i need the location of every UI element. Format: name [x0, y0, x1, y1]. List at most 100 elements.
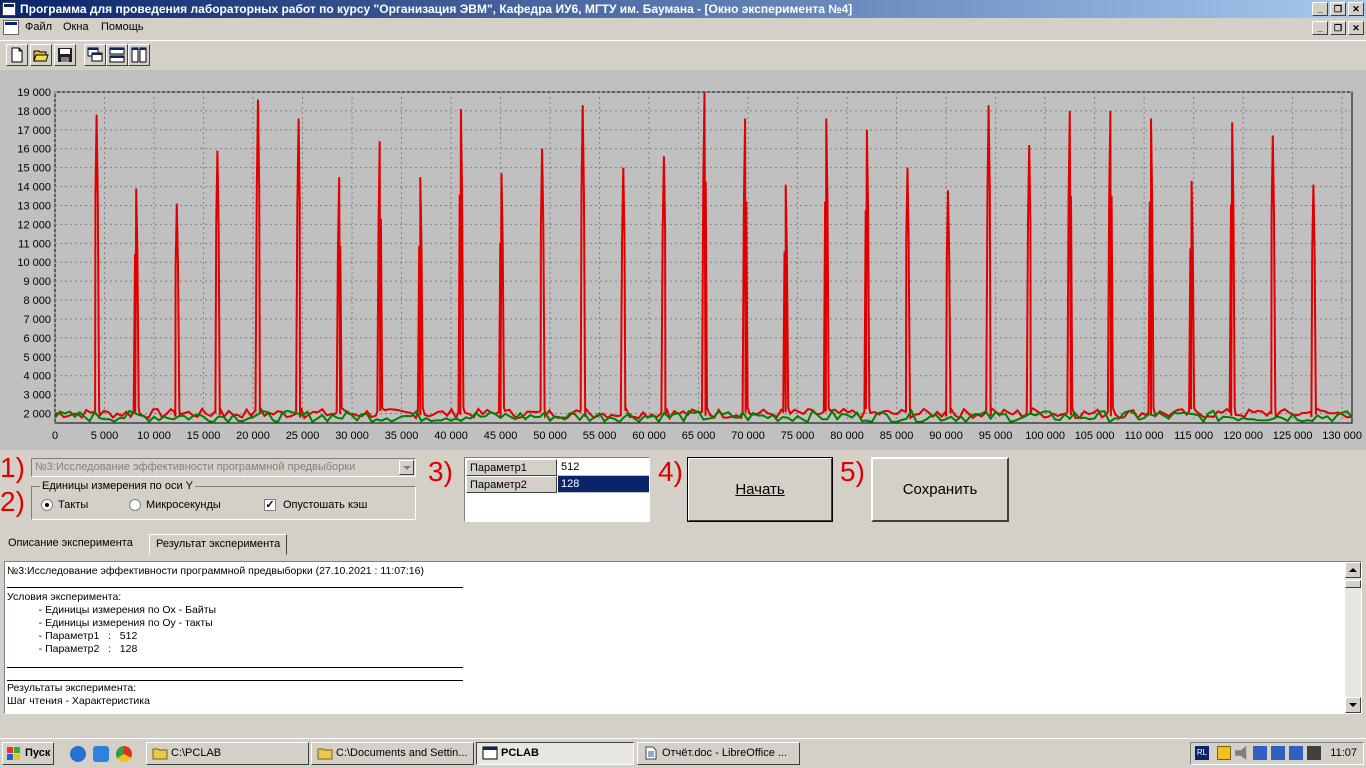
- child-close-button[interactable]: ✕: [1348, 21, 1364, 35]
- x-tick-label: 105 000: [1075, 430, 1115, 442]
- x-tick-label: 75 000: [781, 430, 815, 442]
- divider: [7, 587, 463, 588]
- taskbar: Пуск C:\PCLAB C:\Documents and Settin...…: [0, 738, 1366, 768]
- x-tick-label: 95 000: [979, 430, 1013, 442]
- menu-help[interactable]: Помощь: [101, 21, 144, 33]
- new-icon: [11, 47, 23, 63]
- menu-windows[interactable]: Окна: [63, 21, 89, 33]
- taskbar-item[interactable]: C:\Documents and Settin...: [311, 742, 474, 765]
- taskbar-item[interactable]: C:\PCLAB: [146, 742, 309, 765]
- y-units-group-title: Единицы измерения по оси Y: [40, 480, 196, 492]
- child-minimize-button[interactable]: _: [1312, 21, 1328, 35]
- label-5: 5): [840, 456, 865, 487]
- document-window-icon[interactable]: [3, 20, 19, 35]
- close-button[interactable]: ✕: [1348, 2, 1364, 16]
- ie-icon[interactable]: [70, 746, 86, 762]
- tile-vertical-button[interactable]: [128, 44, 150, 66]
- window-title: Программа для проведения лабораторных ра…: [20, 2, 853, 16]
- x-tick-label: 85 000: [880, 430, 914, 442]
- x-tick-label: 80 000: [830, 430, 864, 442]
- chevron-down-icon[interactable]: [399, 460, 414, 475]
- language-indicator[interactable]: RL: [1195, 746, 1209, 760]
- flush-cache-checkbox[interactable]: ✓: [264, 499, 276, 511]
- x-tick-label: 110 000: [1125, 430, 1164, 442]
- experiment-select[interactable]: №3:Исследование эффективности программно…: [31, 458, 416, 477]
- app-icon[interactable]: [2, 2, 16, 16]
- x-tick-label: 0: [52, 430, 58, 442]
- report-scrollbar[interactable]: [1345, 562, 1361, 713]
- network-icon[interactable]: [1271, 746, 1285, 760]
- cascade-button[interactable]: [84, 44, 106, 66]
- tab-strip: Описание эксперимента Результат эксперим…: [0, 533, 1366, 555]
- start-button-label: Начать: [735, 481, 785, 498]
- param-name: Параметр2: [466, 476, 557, 493]
- radio-ticks[interactable]: [41, 499, 53, 511]
- y-tick-label: 11 000: [18, 238, 51, 250]
- scroll-up-icon[interactable]: [1345, 562, 1361, 578]
- scroll-thumb[interactable]: [1345, 580, 1361, 588]
- alert-icon[interactable]: [1217, 746, 1231, 760]
- child-restore-button[interactable]: ❐: [1330, 21, 1346, 35]
- windows-logo-icon: [7, 747, 20, 760]
- menu-bar: Файл Окна Помощь _ ❐ ✕: [0, 18, 1366, 38]
- antivirus-icon[interactable]: [1307, 746, 1321, 760]
- radio-microseconds-label: Микросекунды: [146, 499, 221, 511]
- report-results-title: Результаты эксперимента:: [7, 682, 137, 694]
- x-tick-label: 10 000: [137, 430, 171, 442]
- chrome-icon[interactable]: [116, 746, 132, 762]
- experiment-select-value: №3:Исследование эффективности программно…: [35, 461, 356, 473]
- x-tick-label: 20 000: [236, 430, 270, 442]
- x-tick-label: 115 000: [1174, 430, 1213, 442]
- taskbar-item[interactable]: Отчёт.doc - LibreOffice ...: [637, 742, 800, 765]
- y-tick-label: 17 000: [17, 125, 51, 137]
- tile-horizontal-button[interactable]: [106, 44, 128, 66]
- x-tick-label: 55 000: [583, 430, 617, 442]
- save-icon: [58, 48, 72, 62]
- open-button[interactable]: [30, 44, 52, 66]
- taskbar-item-active[interactable]: PCLAB: [476, 742, 634, 765]
- y-tick-label: 15 000: [17, 163, 51, 175]
- y-tick-label: 16 000: [17, 144, 51, 156]
- network-icon[interactable]: [1253, 746, 1267, 760]
- report-text-area[interactable]: №3:Исследование эффективности программно…: [4, 561, 1362, 714]
- volume-icon[interactable]: [1235, 746, 1247, 760]
- y-tick-label: 14 000: [17, 182, 51, 194]
- y-tick-label: 13 000: [17, 200, 51, 212]
- x-tick-label: 90 000: [929, 430, 963, 442]
- system-tray: RL 11:07: [1190, 742, 1364, 765]
- start-menu-button[interactable]: Пуск: [2, 742, 54, 765]
- tab-result[interactable]: Результат эксперимента: [149, 534, 288, 555]
- restore-button[interactable]: ❐: [1330, 2, 1346, 16]
- x-tick-label: 125 000: [1273, 430, 1313, 442]
- save-button[interactable]: [54, 44, 76, 66]
- new-button[interactable]: [6, 44, 28, 66]
- x-tick-label: 45 000: [484, 430, 518, 442]
- param-value-input[interactable]: 128: [558, 476, 649, 493]
- status-bar: [0, 716, 1366, 738]
- y-tick-label: 9 000: [23, 276, 51, 288]
- y-tick-label: 7 000: [23, 314, 51, 326]
- ie-alt-icon[interactable]: [93, 746, 109, 762]
- param-name: Параметр1: [466, 459, 557, 476]
- x-tick-label: 35 000: [385, 430, 419, 442]
- start-button[interactable]: Начать: [687, 457, 833, 522]
- y-units-group: Единицы измерения по оси Y Такты Микросе…: [31, 480, 416, 520]
- report-condition: - Единицы измерения по Ox - Байты: [27, 604, 217, 616]
- network-icon[interactable]: [1289, 746, 1303, 760]
- x-tick-label: 65 000: [682, 430, 716, 442]
- divider: [7, 680, 463, 681]
- y-tick-label: 8 000: [23, 295, 51, 307]
- tab-description[interactable]: Описание эксперимента: [2, 534, 139, 555]
- minimize-button[interactable]: _: [1312, 2, 1328, 16]
- save-result-button-label: Сохранить: [902, 481, 978, 498]
- x-tick-label: 70 000: [731, 430, 765, 442]
- open-icon: [33, 50, 49, 62]
- param-value-input[interactable]: 512: [558, 459, 649, 476]
- scroll-down-icon[interactable]: [1345, 697, 1361, 713]
- menu-file[interactable]: Файл: [25, 21, 52, 33]
- cascade-icon: [87, 47, 103, 62]
- x-tick-label: 15 000: [187, 430, 221, 442]
- save-result-button[interactable]: Сохранить: [871, 457, 1009, 522]
- report-results-line: Шаг чтения - Характеристика: [7, 695, 150, 707]
- radio-microseconds[interactable]: [129, 499, 141, 511]
